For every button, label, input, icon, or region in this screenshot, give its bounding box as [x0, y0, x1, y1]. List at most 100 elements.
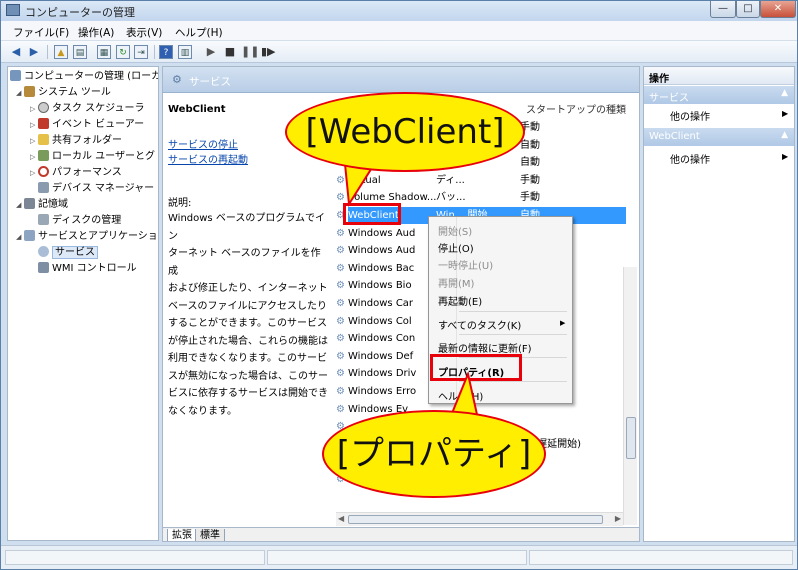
description-line: なくなります。 — [168, 405, 237, 417]
more-actions-webclient[interactable]: 他の操作 — [670, 151, 710, 166]
search-icon: ⚙ — [172, 73, 182, 86]
description-label: 説明: — [168, 198, 192, 209]
export-icon[interactable]: ⇥ — [134, 45, 148, 59]
close-button[interactable]: ✕ — [760, 1, 796, 18]
tree-item-storage[interactable]: ◢ 記憶域 — [16, 197, 68, 212]
minimize-button[interactable]: — — [710, 1, 736, 18]
vertical-scroll-thumb[interactable] — [626, 417, 636, 459]
service-name: Windows Erro — [348, 386, 417, 397]
menu-item-pause[interactable]: 一時停止(U) — [438, 257, 493, 272]
tree-item-event-viewer[interactable]: ▷ イベント ビューアー — [30, 117, 144, 132]
stop-service-icon[interactable]: ■ — [223, 45, 237, 59]
menu-view[interactable]: 表示(V) — [126, 25, 162, 40]
service-name: Windows Aud — [348, 227, 416, 239]
up-folder-icon[interactable]: ▲ — [54, 45, 68, 59]
collapse-up-icon[interactable]: ▲ — [781, 88, 788, 98]
menu-item-resume[interactable]: 再開(M) — [438, 275, 474, 290]
actions-section-services[interactable]: サービス ▲ — [644, 86, 794, 104]
collapse-triangle-icon[interactable]: ◢ — [16, 230, 24, 245]
description-line: ターネット ベースのファイルを作成 — [168, 248, 321, 277]
clock-icon — [38, 102, 49, 113]
horizontal-scroll-thumb[interactable] — [348, 515, 603, 524]
service-startup-type: 自動 — [520, 157, 540, 169]
tree-item-shared-folders[interactable]: ▷ 共有フォルダー — [30, 133, 122, 148]
gear-icon — [38, 246, 49, 257]
maximize-button[interactable]: □ — [736, 1, 760, 18]
tree-item-local-users[interactable]: ▷ ローカル ユーザーとグ — [30, 149, 155, 164]
refresh-icon[interactable]: ↻ — [116, 45, 130, 59]
service-status: ディ... — [436, 174, 465, 186]
description-line: が停止された場合、これらの機能は — [168, 335, 328, 347]
actions-section-webclient[interactable]: WebClient ▲ — [644, 128, 794, 146]
action-pane-icon[interactable]: ▥ — [178, 45, 192, 59]
shared-folder-icon — [38, 134, 49, 145]
tree-item-disk-management[interactable]: ディスクの管理 — [38, 213, 121, 228]
horizontal-scrollbar[interactable]: ◀ ▶ — [336, 512, 623, 526]
computer-icon — [10, 70, 21, 81]
start-service-icon[interactable]: ▶ — [204, 45, 218, 59]
description-line: ベースのファイルにアクセスしたり — [168, 300, 327, 312]
vertical-scrollbar[interactable] — [623, 267, 637, 525]
gear-icon: ⚙ — [336, 262, 345, 274]
forward-arrow-icon[interactable]: ▶ — [27, 45, 41, 59]
collapse-triangle-icon[interactable]: ◢ — [16, 198, 24, 213]
tree-root[interactable]: コンピューターの管理 (ローカ — [10, 69, 158, 84]
device-manager-icon — [38, 182, 49, 193]
menu-help[interactable]: ヘルプ(H) — [175, 25, 223, 40]
menu-action[interactable]: 操作(A) — [78, 25, 114, 40]
disk-icon — [38, 214, 49, 225]
more-actions-services[interactable]: 他の操作 — [670, 108, 710, 123]
description-line: および修正したり、インターネット — [168, 283, 328, 294]
help-icon[interactable]: ? — [159, 45, 173, 59]
window-title: コンピューターの管理 — [25, 6, 135, 19]
expand-triangle-icon[interactable]: ▷ — [30, 102, 38, 117]
scroll-right-arrow-icon[interactable]: ▶ — [615, 514, 621, 523]
service-startup-type: 手動 — [520, 192, 540, 204]
submenu-arrow-icon: ▶ — [560, 319, 566, 327]
menu-item-restart[interactable]: 再起動(E) — [438, 293, 482, 308]
menu-item-refresh[interactable]: 最新の情報に更新(F) — [438, 340, 532, 355]
menu-bar: ファイル(F) 操作(A) 表示(V) ヘルプ(H) — [1, 21, 797, 41]
gear-icon: ⚙ — [336, 227, 345, 239]
pause-service-icon[interactable]: ❚❚ — [241, 45, 259, 59]
title-bar[interactable]: コンピューターの管理 — □ ✕ — [1, 1, 797, 21]
service-name: Windows Con — [348, 333, 416, 345]
tab-standard[interactable]: 標準 — [195, 529, 225, 541]
tree-item-device-manager[interactable]: デバイス マネージャー — [38, 181, 154, 196]
gear-icon: ⚙ — [336, 245, 345, 257]
stop-service-link[interactable]: サービスの停止 — [168, 136, 238, 151]
export-list-icon[interactable]: ▦ — [97, 45, 111, 59]
description-line: スが無効になった場合は、このサー — [168, 370, 328, 382]
scroll-left-arrow-icon[interactable]: ◀ — [338, 514, 344, 523]
menu-file[interactable]: ファイル(F) — [13, 25, 69, 40]
description-line: Windows ベースのプログラムでイン — [168, 213, 326, 242]
expand-triangle-icon[interactable]: ▷ — [30, 166, 38, 181]
back-arrow-icon[interactable]: ◀ — [9, 45, 23, 59]
gear-icon: ⚙ — [336, 298, 345, 309]
service-name: Windows Bac — [348, 262, 415, 274]
toolbar-separator — [47, 45, 48, 59]
tree-item-system-tools[interactable]: ◢ システム ツール — [16, 85, 111, 100]
expand-triangle-icon[interactable]: ▷ — [30, 134, 38, 149]
collapse-up-icon[interactable]: ▲ — [781, 130, 788, 140]
menu-item-stop[interactable]: 停止(O) — [438, 240, 474, 255]
tree-item-services[interactable]: サービス — [38, 245, 98, 260]
callout-properties-text: [プロパティ] — [336, 434, 532, 474]
show-hide-tree-icon[interactable]: ▤ — [73, 45, 87, 59]
expand-triangle-icon[interactable]: ▷ — [30, 150, 38, 165]
tree-item-services-and-apps[interactable]: ◢ サービスとアプリケーショ — [16, 229, 158, 244]
gear-icon: ⚙ — [336, 403, 345, 415]
tree-item-task-scheduler[interactable]: ▷ タスク スケジューラ — [30, 101, 144, 116]
description-line: ビスに依存するサービスは開始でき — [168, 388, 328, 399]
menu-item-all-tasks[interactable]: すべてのタスク(K) — [438, 317, 521, 332]
restart-service-icon[interactable]: ▮▶ — [261, 45, 276, 59]
menu-item-start[interactable]: 開始(S) — [438, 223, 472, 238]
status-bar — [1, 545, 797, 569]
collapse-triangle-icon[interactable]: ◢ — [16, 86, 24, 101]
tab-extended[interactable]: 拡張 — [167, 529, 197, 541]
tree-item-performance[interactable]: ▷ パフォーマンス — [30, 165, 122, 180]
tree-item-wmi-control[interactable]: WMI コントロール — [38, 261, 137, 276]
expand-triangle-icon[interactable]: ▷ — [30, 118, 38, 133]
restart-service-link[interactable]: サービスの再起動 — [168, 151, 248, 166]
column-header-startup-type[interactable]: スタートアップの種類 — [526, 101, 626, 116]
